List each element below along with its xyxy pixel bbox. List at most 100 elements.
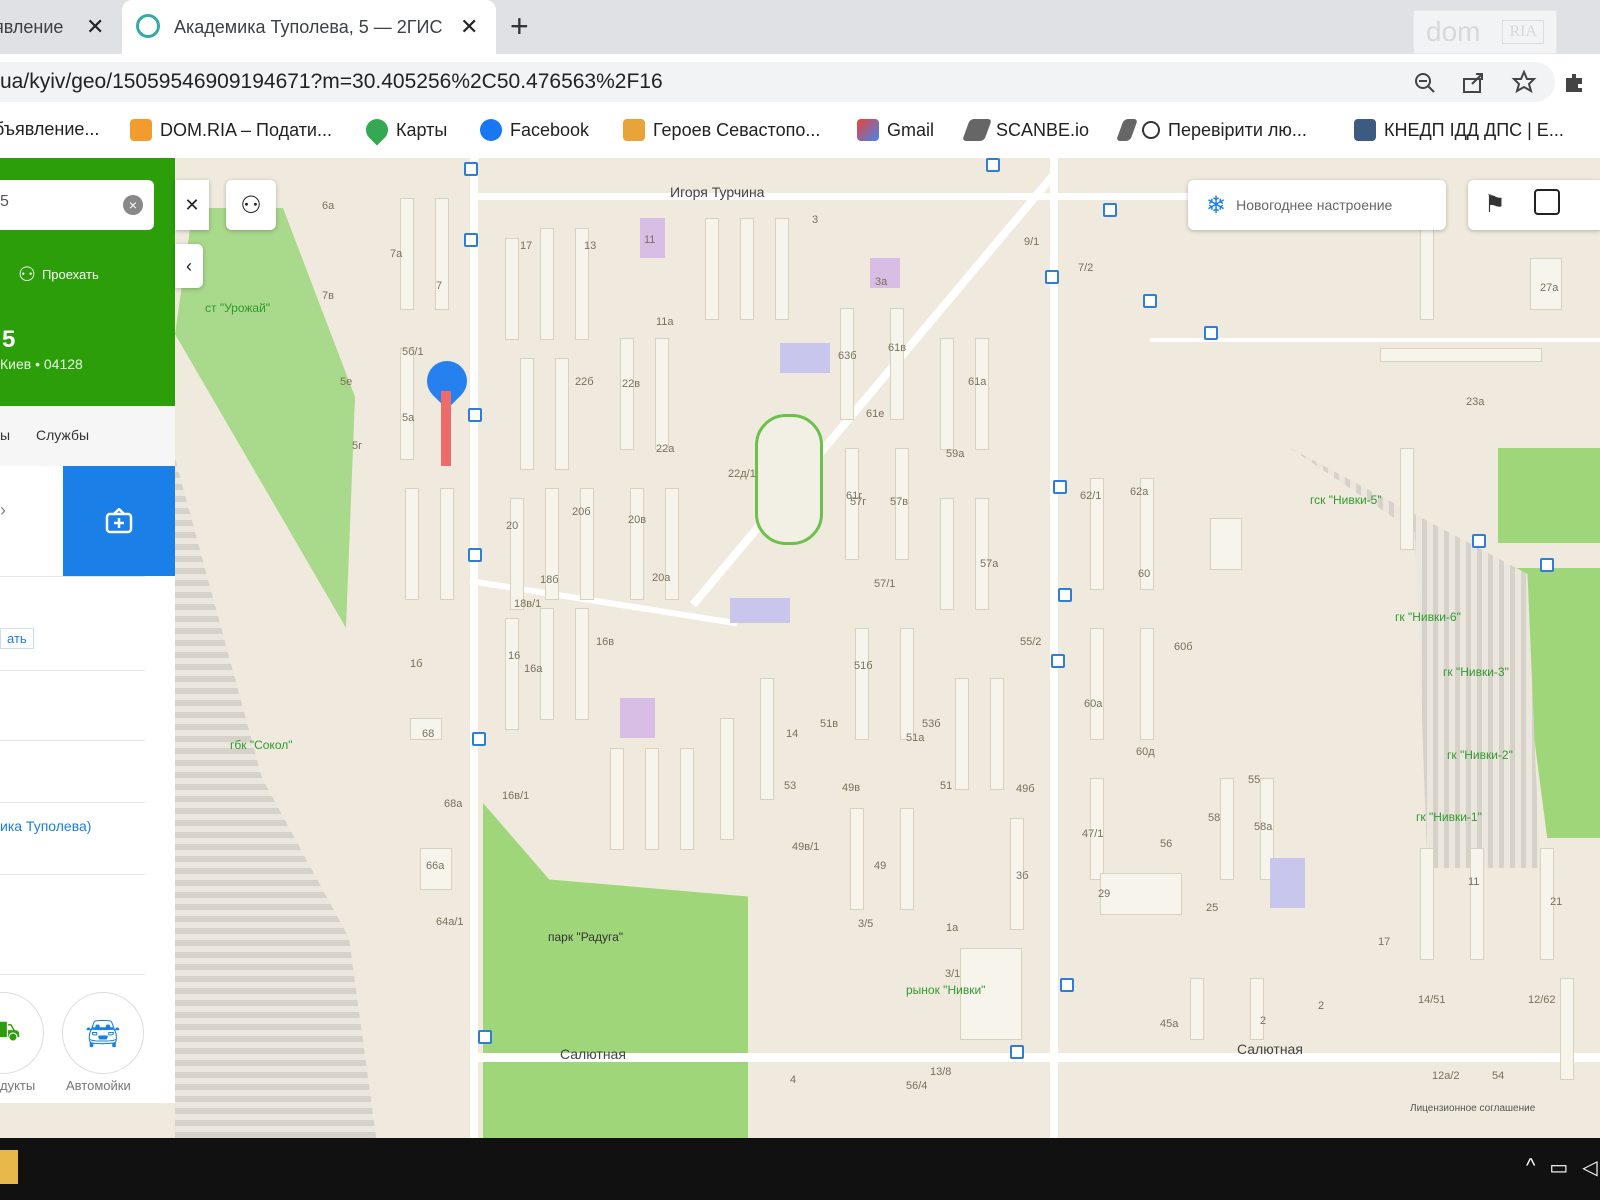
- house-number: 21: [1550, 896, 1563, 908]
- place-label: гк "Нивки-2": [1447, 748, 1513, 762]
- kindergarten-building: [620, 698, 655, 738]
- star-icon[interactable]: [1511, 70, 1537, 94]
- bus-stop-icon[interactable]: [1051, 654, 1065, 668]
- bookmark-item[interactable]: SCANBE.io: [961, 119, 1089, 141]
- bus-stop-icon[interactable]: [1058, 588, 1072, 602]
- tab-inactive[interactable]: явление ✕: [0, 0, 118, 54]
- route-button[interactable]: ⚇ Проехать: [18, 262, 99, 287]
- bookmark-item[interactable]: Facebook: [480, 119, 589, 141]
- bookmark-item[interactable]: Героев Севастопо...: [623, 119, 820, 141]
- street-link[interactable]: ика Туполева): [0, 818, 91, 834]
- chevron-up-icon[interactable]: ^: [1526, 1155, 1535, 1180]
- street-label: Игоря Турчина: [670, 184, 765, 200]
- bookmark-item[interactable]: КНЕДП ІДД ДПС | Е...: [1354, 119, 1564, 141]
- house-number: 58а: [1254, 821, 1273, 833]
- tab-services[interactable]: Службы: [36, 427, 89, 443]
- bus-stop-icon[interactable]: [468, 548, 482, 562]
- extensions-icon[interactable]: [1566, 74, 1582, 92]
- bus-stop-icon[interactable]: [464, 233, 478, 247]
- route-map-button[interactable]: ⚇: [226, 180, 276, 230]
- action-link[interactable]: ать: [0, 628, 34, 649]
- bus-stop-icon[interactable]: [1010, 1045, 1024, 1059]
- house-number: 23а: [1466, 396, 1485, 408]
- new-year-mood-toggle[interactable]: ❄ Новогоднее настроение: [1188, 180, 1446, 230]
- category-carwash-button[interactable]: 🚘︎: [62, 992, 144, 1074]
- building: [1190, 978, 1204, 1040]
- place-label: гк "Нивки-1": [1416, 810, 1482, 824]
- house-number: 64а/1: [436, 916, 464, 928]
- bus-stop-icon[interactable]: [1143, 294, 1157, 308]
- bus-stop-icon[interactable]: [1103, 203, 1117, 217]
- building: [1220, 778, 1234, 880]
- tab-close-icon[interactable]: ✕: [86, 14, 104, 40]
- volume-icon[interactable]: ◁: [1582, 1155, 1597, 1180]
- bookmark-item[interactable]: Карты: [361, 114, 447, 146]
- bookmark-item[interactable]: Перевірити лю...: [1115, 119, 1307, 141]
- house-number: 49в/1: [792, 841, 820, 853]
- new-tab-button[interactable]: +: [510, 8, 529, 45]
- tab-close-icon[interactable]: ✕: [460, 14, 478, 40]
- building: [740, 218, 754, 320]
- house-number: 60а: [1084, 698, 1103, 710]
- zoom-icon[interactable]: [1415, 73, 1435, 93]
- house-number: 62а: [1130, 486, 1149, 498]
- photo-icon[interactable]: [1534, 189, 1560, 215]
- building: [405, 488, 419, 600]
- building: [645, 748, 659, 850]
- site-icon: [623, 119, 645, 141]
- file-explorer-icon[interactable]: [0, 1150, 18, 1184]
- house-number: 51б: [854, 660, 873, 672]
- bus-stop-icon[interactable]: [986, 158, 1000, 172]
- search-value[interactable]: 5: [0, 193, 9, 211]
- bus-stop-icon[interactable]: [1204, 326, 1218, 340]
- building: [610, 748, 624, 850]
- building: [555, 358, 569, 470]
- house-number: 5е: [340, 376, 353, 388]
- place-label: гк "Нивки-3": [1443, 665, 1509, 679]
- house-number: 57в: [890, 496, 909, 508]
- url-text[interactable]: ua/kyiv/geo/15059546909194671?m=30.40525…: [0, 70, 663, 94]
- signpost-icon[interactable]: ⚑: [1484, 190, 1506, 219]
- building: [510, 498, 524, 610]
- building: [520, 358, 534, 470]
- tab-active[interactable]: Академика Туполева, 5 — 2ГИС ✕: [122, 0, 496, 54]
- add-place-icon: [105, 508, 133, 534]
- clear-search-icon[interactable]: ×: [123, 195, 143, 215]
- building: [540, 228, 554, 340]
- bus-stop-icon[interactable]: [1045, 270, 1059, 284]
- bus-stop-icon[interactable]: [1060, 978, 1074, 992]
- add-place-button[interactable]: [63, 466, 175, 576]
- license-link[interactable]: Лицензионное соглашение: [1410, 1103, 1535, 1114]
- building: [775, 218, 789, 320]
- divider: [0, 670, 145, 671]
- favicon-2gis-icon: [136, 14, 160, 38]
- share-icon[interactable]: [1463, 73, 1483, 93]
- building: [1100, 873, 1182, 915]
- house-number: 12/62: [1528, 994, 1556, 1006]
- house-number: 2: [1318, 1000, 1325, 1012]
- bookmark-item[interactable]: бъявление...: [0, 119, 99, 140]
- bus-stop-icon[interactable]: [478, 1030, 492, 1044]
- bus-stop-icon[interactable]: [464, 162, 478, 176]
- bookmark-item[interactable]: DOM.RIA – Подати...: [130, 119, 332, 141]
- street-label: Салютная: [560, 1046, 626, 1062]
- collapse-panel-button[interactable]: ‹: [175, 244, 203, 288]
- bus-stop-icon[interactable]: [472, 732, 486, 746]
- selected-building[interactable]: [441, 391, 451, 466]
- bus-stop-icon[interactable]: [468, 408, 482, 422]
- bookmark-item[interactable]: Gmail: [857, 119, 934, 141]
- house-number: 27а: [1540, 282, 1559, 294]
- bus-stop-icon[interactable]: [1540, 558, 1554, 572]
- school-building: [730, 598, 790, 623]
- close-panel-button[interactable]: ✕: [175, 180, 209, 230]
- house-number: 56/4: [906, 1080, 928, 1092]
- partial-icon: ›: [0, 500, 6, 520]
- map-canvas[interactable]: Игоря Турчина Салютная Салютная ст "Урож…: [0, 158, 1600, 1138]
- house-number: 63б: [838, 350, 857, 362]
- network-icon[interactable]: ▭: [1549, 1155, 1568, 1180]
- house-number: 51в: [820, 718, 839, 730]
- tab-partial[interactable]: ы: [0, 427, 10, 443]
- bus-stop-icon[interactable]: [1053, 480, 1067, 494]
- route-icon: ⚇: [240, 191, 262, 219]
- bus-stop-icon[interactable]: [1472, 534, 1486, 548]
